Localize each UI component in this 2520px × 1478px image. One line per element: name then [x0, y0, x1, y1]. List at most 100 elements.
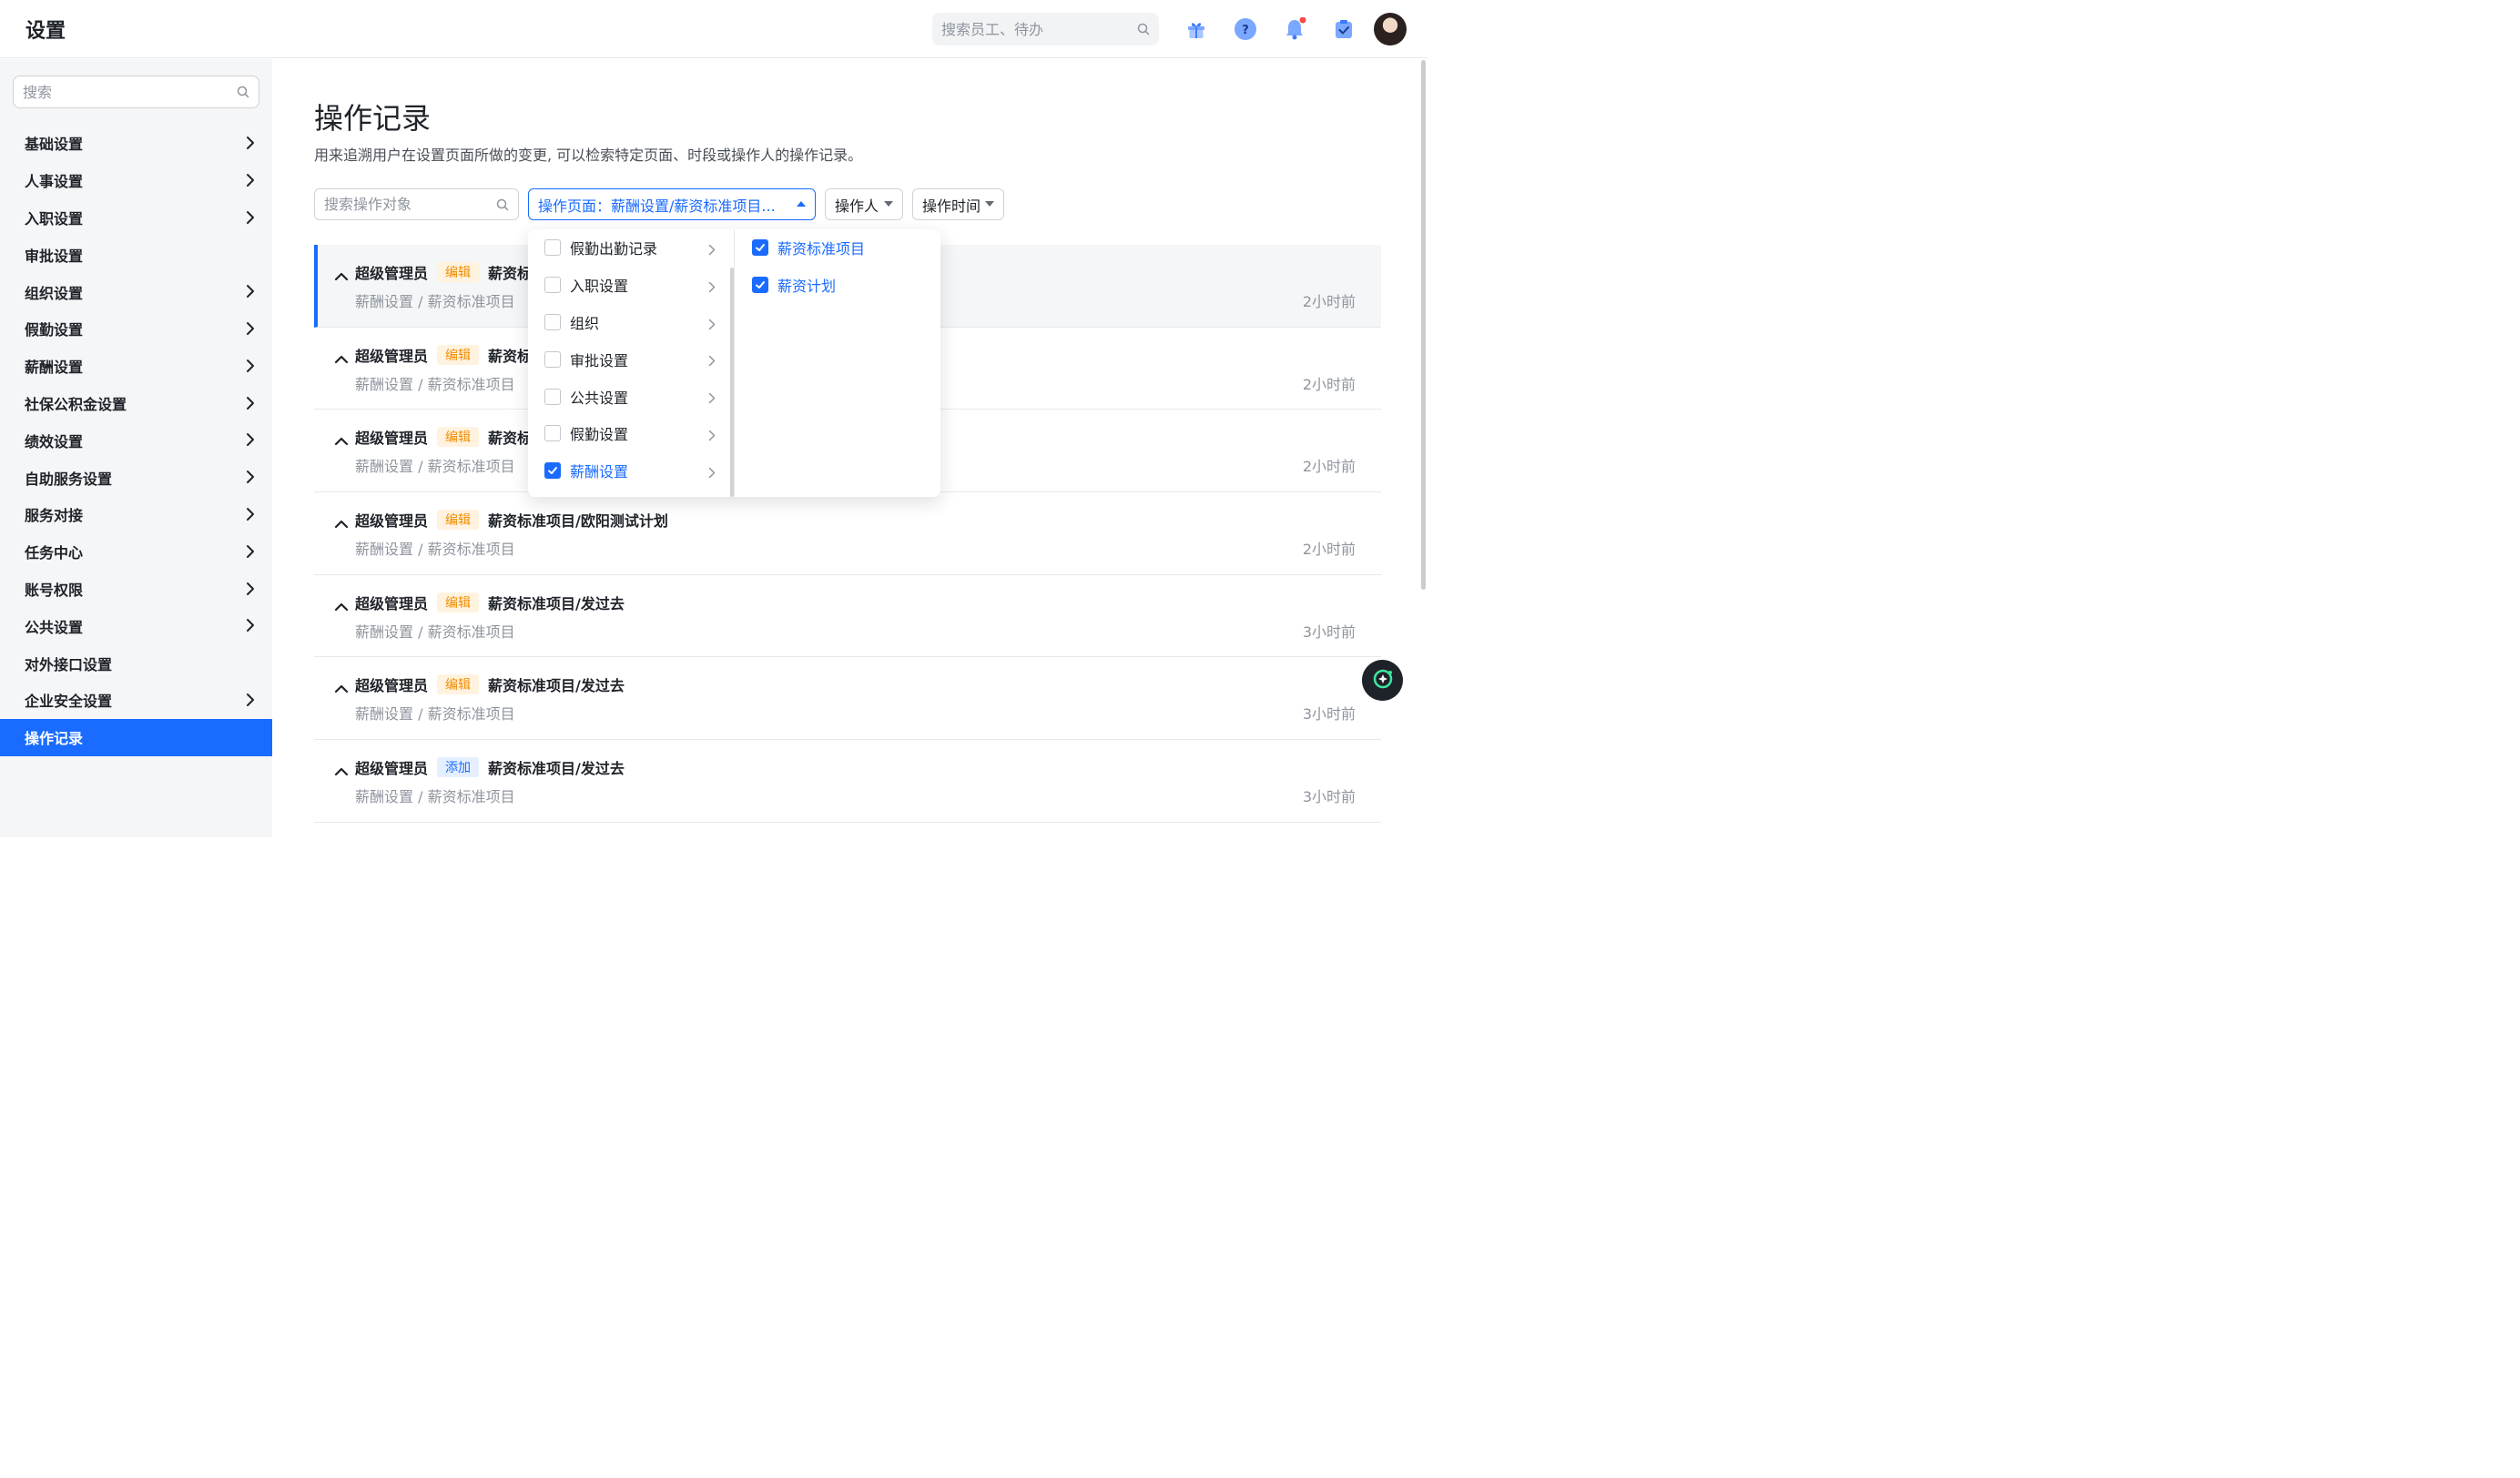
chevron-right-icon — [246, 359, 255, 377]
record-user: 超级管理员 — [355, 430, 429, 448]
dropdown-option[interactable]: 审批设置 — [528, 340, 734, 378]
bell-icon[interactable] — [1282, 16, 1307, 42]
chevron-up-icon[interactable] — [334, 268, 349, 285]
sidebar-item[interactable]: 人事设置 — [0, 162, 272, 199]
checkbox[interactable] — [752, 239, 768, 257]
sidebar-item[interactable]: 社保公积金设置 — [0, 385, 272, 422]
sidebar-item[interactable]: 企业安全设置 — [0, 682, 272, 719]
record-path: 薪酬设置 / 薪资标准项目 — [355, 293, 515, 310]
record-summary: 超级管理员 编辑 薪资标准项目/发过去 — [355, 673, 625, 695]
dropdown-option[interactable]: 薪资标准项目 — [736, 229, 940, 267]
option-label: 审批设置 — [570, 351, 629, 370]
checkbox[interactable] — [544, 277, 561, 294]
page-title: 操作记录 — [314, 101, 432, 136]
time-filter-select[interactable]: 操作时间 — [912, 188, 1004, 220]
option-label: 入职设置 — [570, 278, 629, 296]
task-check-icon[interactable] — [1331, 16, 1357, 42]
sidebar-item-label: 企业安全设置 — [25, 693, 113, 711]
record-time: 3小时前 — [1302, 623, 1356, 641]
action-badge: 编辑 — [437, 510, 480, 531]
sidebar-item[interactable]: 薪酬设置 — [0, 348, 272, 385]
dropdown-option[interactable]: 假勤出勤记录 — [528, 229, 734, 267]
chevron-up-icon[interactable] — [334, 680, 349, 697]
sidebar-item[interactable]: 绩效设置 — [0, 421, 272, 459]
action-badge: 编辑 — [437, 592, 480, 612]
search-icon[interactable] — [1137, 22, 1150, 39]
checkbox[interactable] — [544, 313, 561, 330]
dropdown-option[interactable]: 组织 — [528, 304, 734, 341]
sidebar-item[interactable]: 对外接口设置 — [0, 644, 272, 682]
sidebar-item[interactable]: 公共设置 — [0, 607, 272, 644]
chevron-up-icon[interactable] — [334, 515, 349, 532]
record-user: 超级管理员 — [355, 677, 429, 695]
object-search-input[interactable] — [324, 189, 493, 219]
dropdown-option[interactable]: 薪资计划 — [736, 267, 940, 304]
record-path: 薪酬设置 / 薪资标准项目 — [355, 458, 515, 476]
chevron-right-icon — [246, 136, 255, 154]
record-row[interactable]: 超级管理员 编辑 薪资标准项目/发过去 薪酬设置 / 薪资标准项目 3小时前 — [314, 657, 1381, 741]
checkbox[interactable] — [544, 350, 561, 368]
record-object: 薪资标准项目/发过去 — [488, 594, 625, 612]
option-label: 假勤设置 — [570, 426, 629, 444]
chevron-right-icon — [246, 618, 255, 636]
checkbox[interactable] — [752, 277, 768, 294]
sidebar-item[interactable]: 组织设置 — [0, 273, 272, 310]
object-search-box[interactable] — [314, 188, 519, 220]
record-row[interactable]: 超级管理员 编辑 薪资标准项目/欧阳测试计划 薪酬设置 / 薪资标准项目 2小时前 — [314, 492, 1381, 575]
sidebar-item[interactable]: 审批设置 — [0, 236, 272, 273]
sidebar: 基础设置人事设置入职设置审批设置组织设置假勤设置薪酬设置社保公积金设置绩效设置自… — [0, 59, 272, 837]
gift-icon[interactable] — [1184, 16, 1209, 42]
dropdown-option[interactable]: 薪酬设置 — [528, 452, 734, 490]
chevron-right-icon — [708, 428, 716, 445]
record-row[interactable]: 超级管理员 编辑 薪资标准项目/发过去 薪酬设置 / 薪资标准项目 3小时前 — [314, 575, 1381, 658]
checkbox[interactable] — [544, 462, 561, 480]
search-icon[interactable] — [237, 85, 249, 102]
user-avatar[interactable] — [1374, 13, 1407, 46]
top-header: 设置 ? — [0, 0, 1428, 58]
dropdown-option[interactable]: 公共设置 — [528, 378, 734, 415]
chevron-up-icon[interactable] — [334, 350, 349, 368]
page-filter-select[interactable]: 操作页面：薪酬设置/薪资标准项目... — [528, 188, 816, 220]
sidebar-item-label: 任务中心 — [25, 544, 84, 562]
chevron-right-icon — [246, 284, 255, 302]
record-row[interactable]: 超级管理员 添加 薪资标准项目/发过去 薪酬设置 / 薪资标准项目 3小时前 — [314, 740, 1381, 823]
ai-assistant-button[interactable] — [1362, 660, 1403, 701]
sidebar-search-box[interactable] — [13, 76, 259, 108]
record-user: 超级管理员 — [355, 265, 429, 282]
operator-filter-label: 操作人 — [835, 197, 879, 215]
time-filter-label: 操作时间 — [922, 197, 981, 215]
chevron-up-icon[interactable] — [334, 763, 349, 780]
caret-up-icon — [797, 201, 806, 207]
sidebar-item[interactable]: 入职设置 — [0, 199, 272, 237]
sidebar-item[interactable]: 账号权限 — [0, 571, 272, 608]
chevron-right-icon — [246, 507, 255, 525]
page-scrollbar[interactable] — [1421, 60, 1426, 590]
sidebar-item[interactable]: 自助服务设置 — [0, 459, 272, 496]
cascader-level1: 假勤出勤记录入职设置组织审批设置公共设置假勤设置薪酬设置 — [528, 229, 735, 497]
global-search-input[interactable] — [941, 13, 1133, 46]
dropdown-option[interactable]: 假勤设置 — [528, 415, 734, 452]
chevron-right-icon — [708, 353, 716, 370]
option-label: 公共设置 — [570, 389, 629, 407]
sidebar-item[interactable]: 基础设置 — [0, 125, 272, 162]
sidebar-item[interactable]: 服务对接 — [0, 496, 272, 533]
dropdown-option[interactable]: 入职设置 — [528, 267, 734, 304]
checkbox[interactable] — [544, 388, 561, 405]
record-time: 2小时前 — [1302, 458, 1356, 476]
action-badge: 编辑 — [437, 262, 480, 282]
sidebar-item[interactable]: 假勤设置 — [0, 310, 272, 348]
sidebar-item[interactable]: 任务中心 — [0, 533, 272, 571]
record-object: 薪资标准项目/欧阳测试计划 — [488, 512, 668, 531]
sidebar-item[interactable]: 操作记录 — [0, 718, 272, 756]
ai-assistant-icon — [1370, 666, 1396, 695]
checkbox[interactable] — [544, 425, 561, 442]
global-search-box[interactable] — [932, 13, 1159, 46]
chevron-up-icon[interactable] — [334, 432, 349, 450]
checkbox[interactable] — [544, 239, 561, 257]
operator-filter-select[interactable]: 操作人 — [825, 188, 903, 220]
chevron-up-icon[interactable] — [334, 598, 349, 615]
chevron-right-icon — [708, 242, 716, 259]
sidebar-search-input[interactable] — [23, 76, 232, 107]
help-icon[interactable]: ? — [1233, 16, 1258, 42]
search-icon[interactable] — [496, 197, 509, 215]
